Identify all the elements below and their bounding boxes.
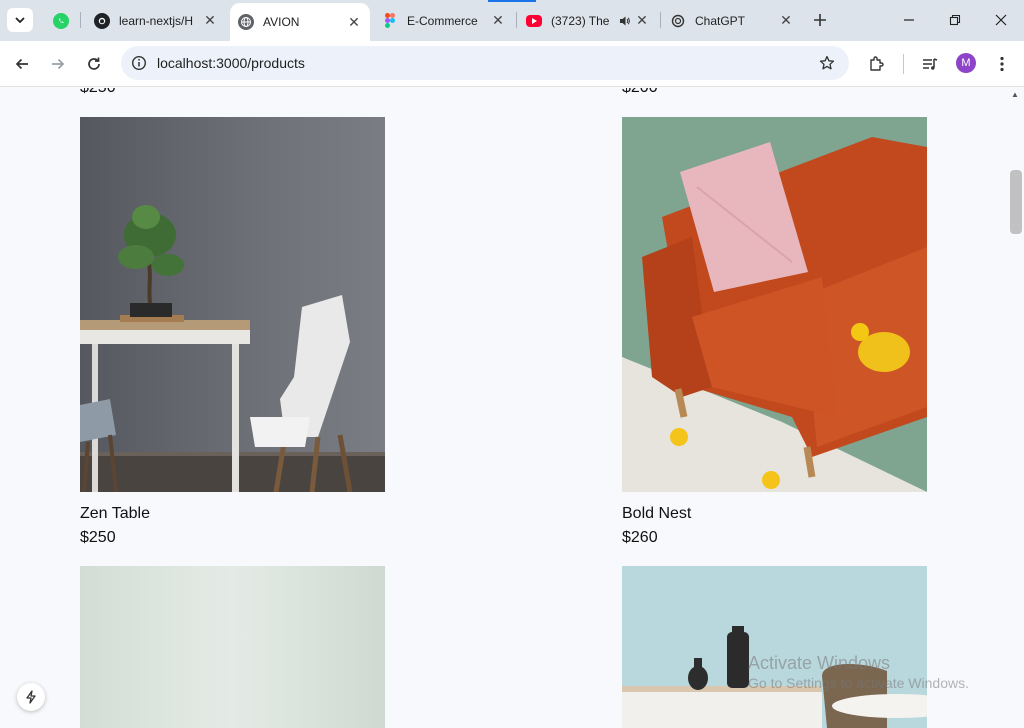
speaker-icon[interactable] bbox=[616, 13, 634, 29]
globe-icon bbox=[238, 14, 254, 30]
plus-icon bbox=[814, 14, 826, 26]
tab-youtube[interactable]: (3723) The ✕ bbox=[518, 4, 658, 37]
browser-toolbar: localhost:3000/products M bbox=[0, 41, 1024, 87]
chatgpt-icon bbox=[670, 13, 686, 29]
chevron-down-icon bbox=[15, 17, 25, 24]
extensions-button[interactable] bbox=[865, 52, 889, 76]
close-icon[interactable]: ✕ bbox=[346, 14, 362, 30]
address-bar[interactable]: localhost:3000/products bbox=[121, 46, 849, 80]
tab-whatsapp[interactable] bbox=[44, 4, 78, 37]
product-name[interactable]: Bold Nest bbox=[622, 505, 691, 523]
product-image[interactable] bbox=[622, 566, 927, 728]
loading-indicator bbox=[488, 0, 536, 2]
figma-icon bbox=[382, 12, 398, 29]
tab-github[interactable]: learn-nextjs/H ✕ bbox=[86, 4, 226, 37]
tab-title: ChatGPT bbox=[695, 13, 746, 28]
whatsapp-icon bbox=[53, 12, 69, 29]
tab-title: E-Commerce bbox=[407, 13, 478, 28]
reload-button[interactable] bbox=[80, 50, 108, 78]
profile-avatar[interactable]: M bbox=[956, 53, 976, 73]
product-name[interactable]: Zen Table bbox=[80, 505, 150, 523]
site-info-icon[interactable] bbox=[129, 53, 149, 73]
minimize-button[interactable] bbox=[886, 0, 932, 40]
browser-menu-button[interactable] bbox=[990, 52, 1014, 76]
tab-title: (3723) The bbox=[551, 13, 610, 28]
tab-separator bbox=[516, 12, 517, 28]
media-control-button[interactable] bbox=[918, 52, 942, 76]
forward-button[interactable] bbox=[44, 50, 72, 78]
close-icon[interactable]: ✕ bbox=[634, 12, 650, 29]
tab-title: AVION bbox=[263, 15, 300, 29]
minimize-icon bbox=[904, 19, 914, 21]
close-icon bbox=[995, 14, 1007, 26]
url-text[interactable]: localhost:3000/products bbox=[157, 55, 305, 71]
back-button[interactable] bbox=[8, 50, 36, 78]
restore-icon bbox=[949, 14, 961, 26]
product-price: $250 bbox=[80, 529, 116, 546]
tab-separator bbox=[660, 12, 661, 28]
new-tab-button[interactable] bbox=[809, 9, 831, 31]
github-icon bbox=[94, 12, 110, 29]
product-image-bold-nest[interactable] bbox=[622, 117, 927, 492]
arrow-right-icon bbox=[52, 58, 65, 70]
tab-separator bbox=[80, 12, 81, 28]
bookmark-star-icon[interactable] bbox=[817, 53, 837, 73]
dev-tools-button[interactable] bbox=[17, 683, 45, 711]
lightning-bolt-icon bbox=[26, 690, 36, 704]
vertical-scrollbar[interactable]: ▲ bbox=[1008, 88, 1024, 728]
tab-search-button[interactable] bbox=[7, 8, 33, 32]
tab-avion[interactable]: AVION ✕ bbox=[230, 3, 370, 41]
arrow-left-icon bbox=[15, 58, 28, 70]
product-price: $260 bbox=[622, 529, 658, 546]
toolbar-separator bbox=[903, 54, 904, 74]
product-image-zen-table[interactable] bbox=[80, 117, 385, 492]
page-content: $250 $200 bbox=[0, 88, 1008, 728]
product-price: $200 bbox=[622, 88, 658, 97]
product-image[interactable] bbox=[80, 566, 385, 728]
tab-strip: learn-nextjs/H ✕ AVION ✕ E-Commerce ✕ (3… bbox=[0, 0, 1024, 41]
media-queue-icon bbox=[923, 58, 938, 70]
more-vert-icon bbox=[1000, 56, 1004, 72]
product-price: $250 bbox=[80, 88, 116, 97]
scroll-up-arrow-icon[interactable]: ▲ bbox=[1011, 90, 1019, 99]
puzzle-icon bbox=[870, 56, 884, 71]
close-icon[interactable]: ✕ bbox=[778, 12, 794, 29]
reload-icon bbox=[88, 57, 100, 70]
scrollbar-thumb[interactable] bbox=[1010, 170, 1022, 234]
close-icon[interactable]: ✕ bbox=[490, 12, 506, 29]
tab-figma[interactable]: E-Commerce ✕ bbox=[374, 4, 514, 37]
close-window-button[interactable] bbox=[978, 0, 1024, 40]
restore-button[interactable] bbox=[932, 0, 978, 40]
youtube-icon bbox=[526, 14, 542, 27]
close-icon[interactable]: ✕ bbox=[202, 12, 218, 29]
tab-title: learn-nextjs/H bbox=[119, 13, 194, 28]
tab-chatgpt[interactable]: ChatGPT ✕ bbox=[662, 4, 802, 37]
